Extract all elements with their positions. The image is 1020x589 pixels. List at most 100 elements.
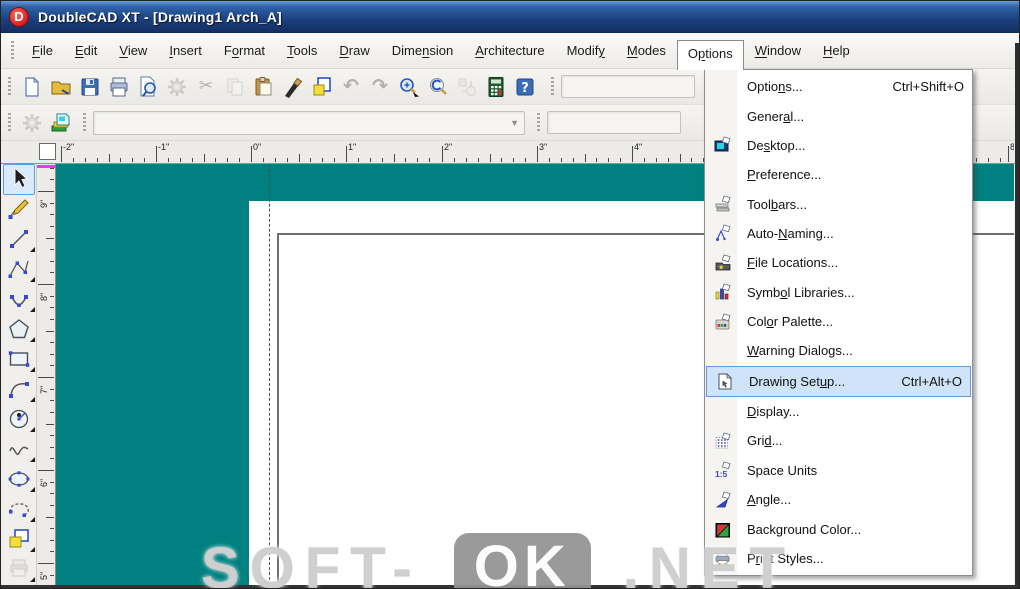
flyout-triangle-icon[interactable] xyxy=(30,397,35,402)
menu-item-warning-dialogs[interactable]: Warning Dialogs... xyxy=(705,336,972,365)
new-button[interactable] xyxy=(18,73,46,101)
menu-modify[interactable]: Modify xyxy=(556,39,616,62)
menu-item-file-locations[interactable]: ★ File Locations... xyxy=(705,248,972,277)
flyout-triangle-icon[interactable] xyxy=(30,277,35,282)
flyout-triangle-icon[interactable] xyxy=(30,547,35,552)
menu-item-drawing-setup[interactable]: Drawing Setup... Ctrl+Alt+O xyxy=(706,365,971,397)
toolbar1-grip-handle[interactable] xyxy=(8,76,11,97)
ruler-tick xyxy=(417,158,419,162)
field2-grip-handle[interactable] xyxy=(537,112,540,133)
save-button[interactable] xyxy=(76,73,104,101)
elliptical-arc-tool[interactable] xyxy=(1,494,37,524)
flyout-triangle-icon[interactable] xyxy=(30,307,35,312)
circle-tool[interactable] xyxy=(1,404,37,434)
menu-draw[interactable]: Draw xyxy=(328,39,380,62)
menu-format[interactable]: Format xyxy=(213,39,276,62)
layer-combo[interactable]: ▼ xyxy=(93,110,525,135)
print-button[interactable] xyxy=(105,73,133,101)
copy-button xyxy=(221,73,249,101)
menu-item-auto-naming[interactable]: Auto-Naming... xyxy=(705,219,972,248)
menu-item-angle[interactable]: Angle... xyxy=(705,485,972,514)
coordinate-field-2[interactable] xyxy=(547,111,681,134)
zoom-in-button[interactable] xyxy=(395,73,423,101)
sketch-tool[interactable] xyxy=(1,194,37,224)
menu-item-preference[interactable]: Preference... xyxy=(705,160,972,189)
ruler-tick xyxy=(537,146,538,162)
watermark-pre: SOFT- xyxy=(201,536,422,589)
open-button[interactable] xyxy=(47,73,75,101)
flyout-triangle-icon[interactable] xyxy=(30,427,35,432)
ruler-tick xyxy=(477,158,479,162)
menubar-grip-handle[interactable] xyxy=(11,40,14,61)
flyout-triangle-icon[interactable] xyxy=(30,247,35,252)
v-ruler-label: 5" xyxy=(39,571,49,580)
flyout-triangle-icon[interactable] xyxy=(30,577,35,582)
menu-item-desktop[interactable]: Desktop... xyxy=(705,131,972,160)
arc-tool[interactable] xyxy=(1,284,37,314)
menu-dimension[interactable]: Dimension xyxy=(381,39,464,62)
ruler-tick xyxy=(50,574,54,576)
menu-help[interactable]: Help xyxy=(812,39,861,62)
space-units-icon: 1:5 xyxy=(709,461,737,479)
print-tool-tool xyxy=(1,554,37,584)
paste-button[interactable] xyxy=(250,73,278,101)
menu-item-toolbars[interactable]: Toolbars... xyxy=(705,189,972,218)
flyout-triangle-icon[interactable] xyxy=(30,367,35,372)
chevron-down-icon[interactable]: ▼ xyxy=(510,118,519,128)
flyout-triangle-icon[interactable] xyxy=(30,337,35,342)
ruler-origin-box[interactable] xyxy=(39,143,56,160)
select-tool[interactable] xyxy=(1,164,37,195)
menu-item-symbol-libraries[interactable]: Symbol Libraries... xyxy=(705,278,972,307)
menu-item-shortcut: Ctrl+Shift+O xyxy=(892,79,964,95)
ruler-tick xyxy=(227,158,229,162)
toolbar2-grip-handle[interactable] xyxy=(8,112,11,133)
ruler-tick xyxy=(632,146,633,162)
file-locations-icon: ★ xyxy=(709,254,737,272)
flyout-triangle-icon[interactable] xyxy=(30,457,35,462)
menu-item-display[interactable]: Display... xyxy=(705,397,972,426)
menu-architecture[interactable]: Architecture xyxy=(464,39,555,62)
flyout-triangle-icon[interactable] xyxy=(30,517,35,522)
copy-entities-tool[interactable] xyxy=(1,524,37,554)
menu-insert[interactable]: Insert xyxy=(158,39,213,62)
rectangle-tool[interactable] xyxy=(1,344,37,374)
help-button[interactable]: ? xyxy=(511,73,539,101)
menu-tools[interactable]: Tools xyxy=(276,39,328,62)
menu-file[interactable]: File xyxy=(21,39,64,62)
layers-button[interactable] xyxy=(47,109,75,137)
coordinate-field-1[interactable] xyxy=(561,75,695,98)
calculator-button[interactable] xyxy=(482,73,510,101)
menu-item-general[interactable]: General... xyxy=(705,101,972,130)
ruler-tick xyxy=(596,158,598,162)
line-tool[interactable] xyxy=(1,224,37,254)
h-ruler-label: -1" xyxy=(158,142,170,152)
ruler-tick xyxy=(346,146,347,162)
curve-tool[interactable] xyxy=(1,374,37,404)
menu-options[interactable]: Options xyxy=(676,39,744,70)
flyout-triangle-icon[interactable] xyxy=(30,487,35,492)
h-ruler-label: -2" xyxy=(63,142,75,152)
options-dropdown-menu: Options... Ctrl+Shift+O General... Desktop.… xyxy=(704,69,973,576)
menu-edit[interactable]: Edit xyxy=(64,39,108,62)
spline-tool[interactable] xyxy=(1,434,37,464)
combo-grip-handle[interactable] xyxy=(83,112,86,133)
print-preview-button[interactable] xyxy=(134,73,162,101)
ruler-tick xyxy=(357,158,359,162)
h-ruler-label: 8" xyxy=(1010,142,1014,152)
polyline-tool[interactable] xyxy=(1,254,37,284)
field1-grip-handle[interactable] xyxy=(551,76,554,97)
zoom-window-button[interactable] xyxy=(424,73,452,101)
menu-item-color-palette[interactable]: Color Palette... xyxy=(705,307,972,336)
menu-modes[interactable]: Modes xyxy=(616,39,677,62)
menu-item-grid[interactable]: Grid... xyxy=(705,426,972,455)
polygon-tool[interactable] xyxy=(1,314,37,344)
ruler-tick xyxy=(203,154,205,162)
ellipse-tool[interactable] xyxy=(1,464,37,494)
copy-entity-button[interactable] xyxy=(308,73,336,101)
format-painter-button[interactable] xyxy=(279,73,307,101)
menu-item-options[interactable]: Options... Ctrl+Shift+O xyxy=(705,72,972,101)
menu-bar: File Edit View Insert Format Tools Draw Dimensi… xyxy=(1,33,1019,70)
menu-item-space-units[interactable]: 1:5 Space Units xyxy=(705,456,972,485)
menu-window[interactable]: Window xyxy=(744,39,812,62)
menu-view[interactable]: View xyxy=(108,39,158,62)
